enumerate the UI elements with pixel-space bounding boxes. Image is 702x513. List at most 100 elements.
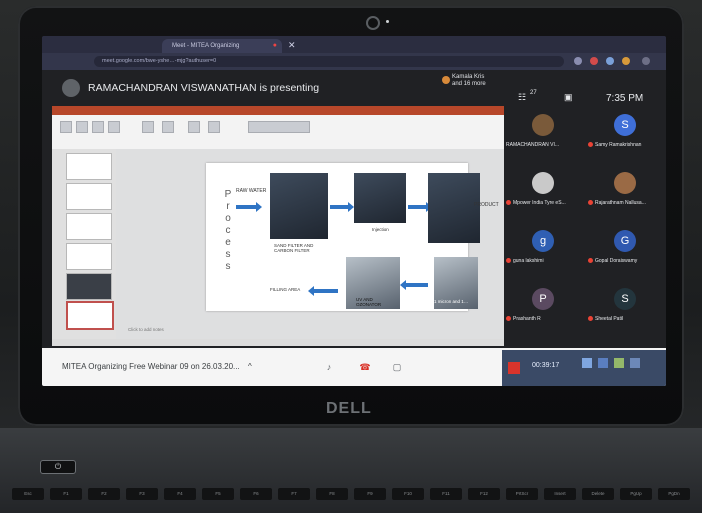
slide-thumbnail (66, 213, 112, 240)
ribbon-button (208, 121, 220, 133)
injection-label: Injection (372, 227, 389, 232)
keyboard-key[interactable]: F9 (354, 488, 386, 500)
slide: P r o c e s s RAW WATER SAND FILTER AND … (206, 163, 499, 311)
mic-off-icon (506, 258, 511, 264)
slide-thumbnail (66, 273, 112, 300)
shared-presentation: P r o c e s s RAW WATER SAND FILTER AND … (52, 106, 504, 346)
participant-tile: Rajarathnam Nallusa... (586, 170, 666, 216)
avatar (532, 172, 554, 194)
avatar: S (614, 288, 636, 310)
keyboard-key[interactable]: F4 (164, 488, 196, 500)
keyboard-key[interactable]: Insert (544, 488, 576, 500)
ribbon-button (162, 121, 174, 133)
keyboard-key[interactable]: F8 (316, 488, 348, 500)
keyboard-key[interactable]: F12 (468, 488, 500, 500)
ribbon-dropdown (248, 121, 310, 133)
extension-icon[interactable] (606, 57, 614, 65)
keyboard-key[interactable]: PrtScr (506, 488, 538, 500)
participant-tile: G Gopal Doraiswamy (586, 228, 666, 274)
avatar: S (614, 114, 636, 136)
keyboard-key[interactable]: F6 (240, 488, 272, 500)
participant-name: Rajarathnam Nallusa... (588, 200, 666, 206)
mic-off-icon (506, 200, 511, 206)
keyboard-key[interactable]: PgUp (620, 488, 652, 500)
others-label: Kamala Kris and 16 more (452, 74, 486, 88)
people-icon[interactable]: ☷ (518, 92, 526, 103)
browser-tab[interactable]: Meet - MITEA Organizing ● (162, 39, 282, 53)
extension-icon[interactable] (590, 57, 598, 65)
hangup-icon[interactable]: ☎ (356, 358, 374, 376)
mic-icon[interactable]: ♪ (320, 358, 338, 376)
arrow-right (408, 202, 432, 212)
presenter-avatar (62, 79, 80, 97)
avatar (614, 172, 636, 194)
meeting-title[interactable]: MITEA Organizing Free Webinar 09 on 26.0… (62, 362, 252, 371)
tab-title: Meet - MITEA Organizing (172, 43, 240, 49)
product-photo (428, 173, 480, 243)
sand-filter-label: SAND FILTER AND CARBON FILTER (274, 243, 314, 253)
tray-icon[interactable] (598, 358, 608, 368)
others-line-2: and 16 more (452, 81, 486, 87)
chevron-up-icon[interactable]: ^ (248, 362, 252, 371)
slide-thumbnail (66, 183, 112, 210)
keyboard-key[interactable]: F11 (430, 488, 462, 500)
participant-name: RAMACHANDRAN VI... (506, 142, 560, 148)
tab-close-icon[interactable]: ● (273, 39, 277, 53)
uv-ozonator-label: UV AND OZONATOR (356, 297, 382, 307)
product-label: PRODUCT (474, 202, 499, 208)
webcam-led (386, 20, 389, 23)
keyboard-key[interactable]: F5 (202, 488, 234, 500)
dell-logo: DELL (326, 400, 372, 417)
new-tab-icon[interactable]: ✕ (288, 39, 296, 51)
address-bar: meet.google.com/bwe-yshe…-mjg?authuser=0 (42, 53, 666, 70)
keyboard-key[interactable]: PgDn (658, 488, 690, 500)
participant-name: guna lakshimi (506, 258, 584, 264)
mic-off-icon (588, 142, 593, 148)
ribbon-button (188, 121, 200, 133)
extension-icon[interactable] (574, 57, 582, 65)
participant-tile: g guna lakshimi (504, 228, 584, 274)
slide-thumbnail (66, 243, 112, 270)
participant-tile: S Samy Ramakrishnan (586, 112, 666, 158)
avatar: P (532, 288, 554, 310)
others-avatar (442, 76, 450, 84)
power-icon[interactable]: ⏻ (40, 460, 76, 474)
profile-avatar[interactable] (622, 57, 630, 65)
process-vertical-text: P r o c e s s (224, 189, 232, 272)
keyboard-key[interactable]: Esc (12, 488, 44, 500)
participant-count: 27 (530, 90, 537, 96)
keyboard-key[interactable]: F7 (278, 488, 310, 500)
url-field[interactable]: meet.google.com/bwe-yshe…-mjg?authuser=0 (94, 56, 564, 67)
micron-label: 1 micron and 1… (434, 299, 469, 304)
record-icon[interactable] (508, 362, 520, 374)
presenting-text: RAMACHANDRAN VISWANATHAN is presenting (88, 82, 320, 94)
tray-icon[interactable] (630, 358, 640, 368)
notes-placeholder[interactable]: Click to add notes (128, 327, 164, 332)
avatar: G (614, 230, 636, 252)
filling-area-label: FILLING AREA (270, 287, 301, 292)
keyboard-key[interactable]: Delete (582, 488, 614, 500)
keyboard-key[interactable]: F3 (126, 488, 158, 500)
slide-thumbnails (52, 149, 117, 339)
participant-tile: P Prashanth R (504, 286, 584, 332)
mic-off-icon (588, 316, 593, 322)
keyboard-key[interactable]: F2 (88, 488, 120, 500)
participant-name: Sheetal Patil (588, 316, 666, 322)
participant-name: Mpower India Tyre eS... (506, 200, 584, 206)
keyboard-key[interactable]: F10 (392, 488, 424, 500)
camera-icon[interactable]: ▢ (388, 358, 406, 376)
webcam-icon (366, 16, 380, 30)
meeting-controls-bar: MITEA Organizing Free Webinar 09 on 26.0… (42, 348, 666, 386)
participant-tile: S Sheetal Patil (586, 286, 666, 332)
slide-thumbnail (66, 153, 112, 180)
menu-icon[interactable] (642, 57, 650, 65)
laptop-screen: Meet - MITEA Organizing ● ✕ meet.google.… (42, 36, 666, 386)
ppt-titlebar (52, 106, 504, 115)
ppt-ribbon (52, 115, 504, 150)
chat-icon[interactable]: ▣ (564, 92, 573, 103)
tray-icon[interactable] (614, 358, 624, 368)
presenting-header: RAMACHANDRAN VISWANATHAN is presenting (42, 70, 502, 106)
tray-icon[interactable] (582, 358, 592, 368)
keyboard-key[interactable]: F1 (50, 488, 82, 500)
participant-grid: RAMACHANDRAN VI... S Samy Ramakrishnan M… (504, 112, 666, 348)
